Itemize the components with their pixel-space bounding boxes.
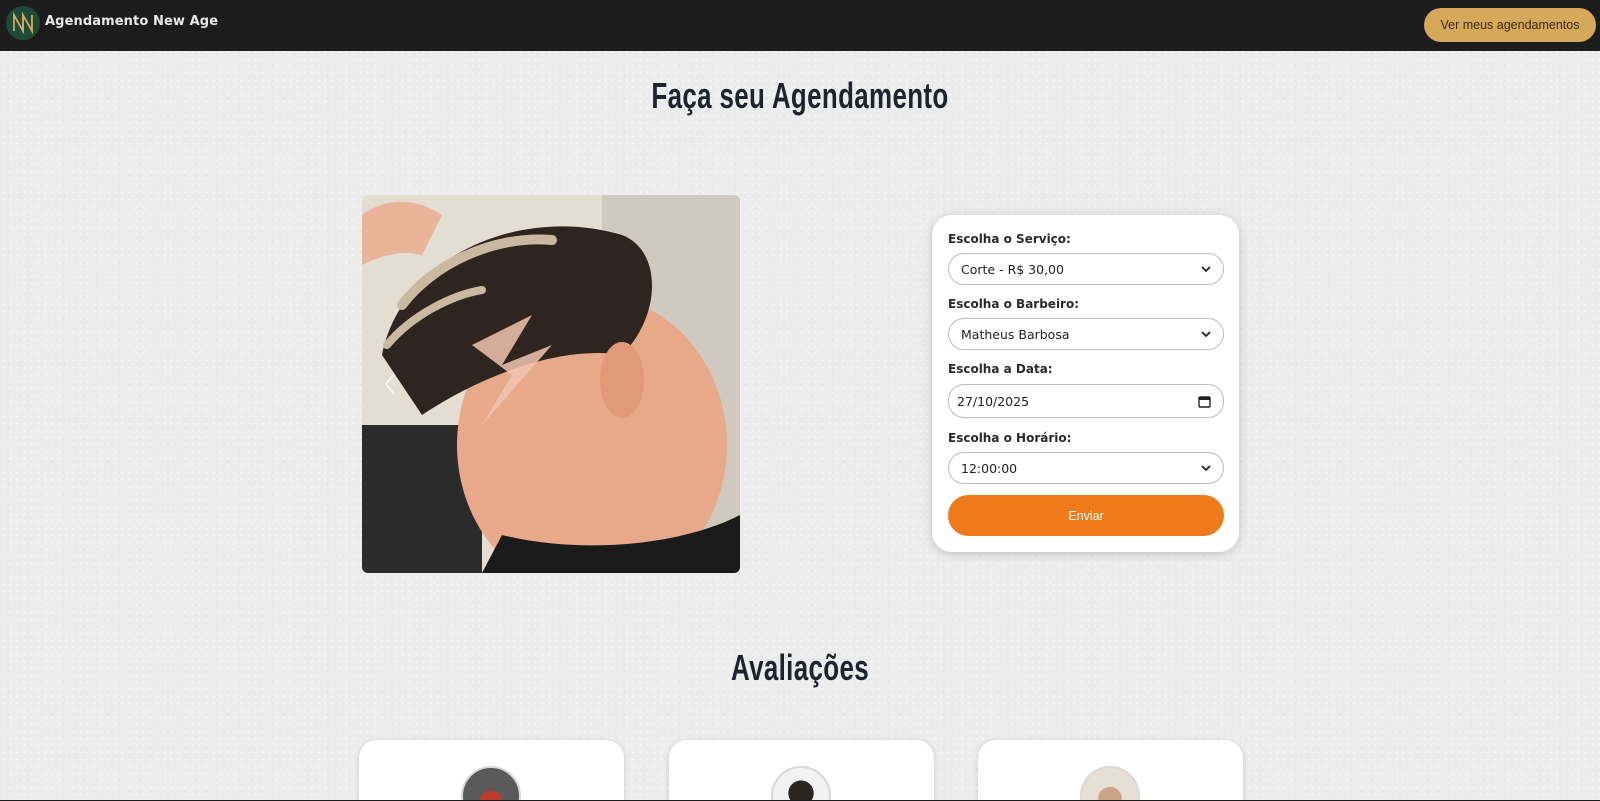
service-label: Escolha o Serviço:	[948, 232, 1071, 246]
service-select-value: Corte - R$ 30,00	[961, 261, 1064, 277]
time-select-value: 12:00:00	[961, 460, 1018, 476]
haircut-photo	[362, 195, 740, 573]
booking-title: Faça seu Agendamento	[651, 75, 949, 116]
service-select[interactable]: Corte - R$ 30,00	[948, 253, 1224, 285]
logo-icon[interactable]	[6, 6, 40, 40]
barber-label: Escolha o Barbeiro:	[948, 297, 1080, 311]
chevron-down-icon	[1201, 465, 1211, 472]
avatar	[771, 766, 831, 801]
my-appointments-button[interactable]: Ver meus agendamentos	[1424, 8, 1596, 42]
review-card	[669, 740, 934, 801]
time-select[interactable]: 12:00:00	[948, 452, 1224, 484]
review-card	[978, 740, 1243, 801]
reviews-title: Avaliações	[730, 647, 870, 688]
top-navbar: Agendamento New Age Ver meus agendamento…	[0, 0, 1600, 51]
chevron-down-icon	[1201, 266, 1211, 273]
date-label: Escolha a Data:	[948, 362, 1053, 376]
brand-name[interactable]: Agendamento New Age	[45, 14, 218, 29]
avatar	[461, 766, 521, 801]
date-input[interactable]: 27/10/2025	[948, 384, 1224, 418]
booking-form: Escolha o Serviço: Corte - R$ 30,00 Esco…	[932, 215, 1239, 552]
date-input-value: 27/10/2025	[957, 393, 1030, 409]
review-card	[359, 740, 624, 801]
barber-select-value: Matheus Barbosa	[961, 326, 1070, 342]
chevron-down-icon	[1201, 331, 1211, 338]
barber-select[interactable]: Matheus Barbosa	[948, 318, 1224, 350]
submit-button[interactable]: Enviar	[948, 495, 1224, 536]
time-label: Escolha o Horário:	[948, 431, 1072, 445]
carousel-prev-icon[interactable]	[381, 370, 399, 398]
calendar-icon[interactable]	[1198, 395, 1211, 408]
avatar	[1080, 766, 1140, 801]
